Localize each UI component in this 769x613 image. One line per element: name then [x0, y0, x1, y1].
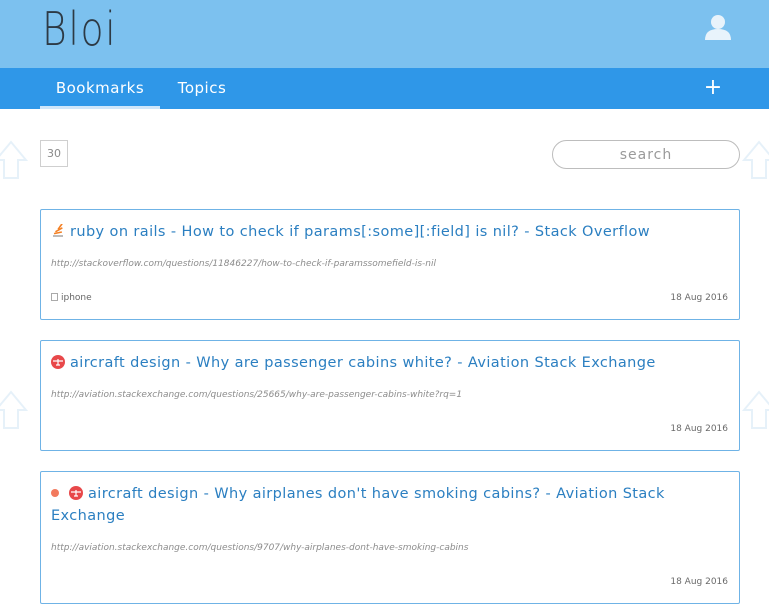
background-arrow-icon: [0, 140, 29, 180]
search-input[interactable]: [552, 140, 740, 169]
tab-topics[interactable]: Topics: [166, 68, 238, 109]
add-bookmark-button[interactable]: +: [700, 68, 726, 109]
bookmark-title-link[interactable]: ruby on rails - How to check if params[:…: [51, 221, 719, 243]
bookmark-count: 30: [40, 140, 68, 167]
bookmark-date: 18 Aug 2016: [670, 293, 728, 303]
tab-label: Bookmarks: [55, 79, 145, 97]
bookmark-card: ruby on rails - How to check if params[:…: [40, 209, 740, 320]
unread-indicator: [51, 489, 59, 497]
background-arrow-icon: [741, 390, 769, 430]
tag-icon: [51, 293, 58, 301]
app-logo[interactable]: Bloi: [42, 2, 117, 56]
tab-bookmarks[interactable]: Bookmarks: [40, 68, 160, 109]
aviation-icon: [69, 485, 83, 500]
bookmark-card: aircraft design - Why are passenger cabi…: [40, 340, 740, 451]
stackoverflow-icon: [51, 223, 65, 237]
bookmark-date: 18 Aug 2016: [670, 424, 728, 434]
bookmark-card: aircraft design - Why airplanes don't ha…: [40, 471, 740, 604]
bookmark-tag[interactable]: iphone: [51, 293, 92, 303]
bookmark-title: aircraft design - Why airplanes don't ha…: [51, 486, 665, 524]
aviation-icon: [51, 354, 65, 369]
bookmark-date: 18 Aug 2016: [670, 577, 728, 587]
nav-bar: Bookmarks Topics: [0, 68, 769, 109]
bookmark-url[interactable]: http://stackoverflow.com/questions/11846…: [51, 259, 436, 269]
bookmark-url[interactable]: http://aviation.stackexchange.com/questi…: [51, 543, 468, 553]
tab-label: Topics: [177, 79, 227, 97]
bookmark-title-link[interactable]: aircraft design - Why airplanes don't ha…: [51, 483, 719, 527]
bookmark-title-link[interactable]: aircraft design - Why are passenger cabi…: [51, 352, 719, 374]
background-arrow-icon: [741, 140, 769, 180]
bookmark-title: aircraft design - Why are passenger cabi…: [70, 355, 656, 371]
bookmark-title: ruby on rails - How to check if params[:…: [70, 224, 650, 240]
user-icon[interactable]: [704, 14, 732, 40]
app-header: Bloi: [0, 0, 769, 68]
tag-label: iphone: [61, 293, 92, 303]
bookmark-url[interactable]: http://aviation.stackexchange.com/questi…: [51, 390, 462, 400]
background-arrow-icon: [0, 390, 29, 430]
